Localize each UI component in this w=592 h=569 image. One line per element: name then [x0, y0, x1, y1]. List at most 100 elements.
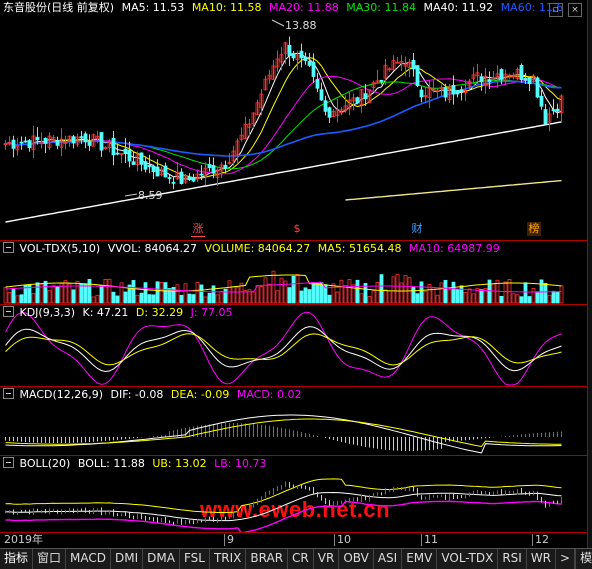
candle-body	[311, 61, 316, 77]
volume-bar	[79, 283, 84, 304]
tab-fsl[interactable]: FSL	[180, 549, 210, 569]
candle-body	[11, 139, 16, 149]
tab-obv[interactable]: OBV	[339, 549, 374, 569]
high-price-label: 13.88	[285, 19, 317, 32]
candle-body	[487, 79, 492, 82]
indicator-toggle-icon[interactable]	[3, 388, 14, 399]
event-marker-dollar[interactable]: $	[290, 222, 304, 236]
right-scrollbar[interactable]	[587, 0, 592, 568]
main-chart-panel[interactable]: 东音股份(日线 前复权) MA5: 11.53 MA10: 11.58 MA20…	[0, 0, 588, 240]
volume-bar	[395, 273, 400, 304]
tab-brar[interactable]: BRAR	[246, 549, 289, 569]
volume-bar	[11, 287, 16, 304]
candle-body	[535, 77, 540, 98]
volume-bar	[43, 280, 48, 304]
event-marker-billboard[interactable]: 榜	[527, 222, 541, 236]
volume-bar	[15, 295, 20, 304]
ma20-label: MA20: 11.88	[269, 1, 339, 14]
tab-vr[interactable]: VR	[314, 549, 340, 569]
candle-body	[167, 177, 172, 179]
volume-bar	[131, 280, 136, 304]
event-marker-limit[interactable]: 涨	[191, 222, 205, 237]
indicator-toggle-icon[interactable]	[3, 306, 14, 317]
volume-bar	[207, 292, 212, 304]
tab-template[interactable]: 模板	[575, 549, 592, 569]
axis-label-dec: 12	[532, 534, 549, 546]
volume-bar	[135, 294, 140, 304]
volume-bar	[215, 294, 220, 304]
close-icon[interactable]: ×	[568, 3, 582, 17]
volume-bar	[111, 291, 116, 304]
candle-body	[171, 181, 176, 184]
volume-bar	[499, 295, 504, 304]
axis-label-sep: 9	[224, 534, 234, 546]
ma10-label: MA10: 11.58	[191, 1, 262, 14]
volume-bar	[547, 294, 552, 304]
candle-body	[307, 61, 312, 66]
tab-trix[interactable]: TRIX	[210, 549, 247, 569]
volume-bar	[543, 282, 548, 304]
volume-bar	[515, 294, 520, 304]
volume-bar	[83, 283, 88, 304]
tab-more-arrow[interactable]: >	[556, 549, 576, 569]
kdj-name: KDJ(9,3,3)	[19, 306, 76, 319]
low-pointer	[124, 193, 138, 197]
macd-panel[interactable]: MACD(12,26,9) DIF: -0.08 DEA: -0.09 MACD…	[0, 386, 588, 456]
volume-bar	[299, 290, 304, 304]
volume-bar	[455, 289, 460, 304]
indicator-toggle-icon[interactable]	[3, 242, 14, 253]
ma20-line	[5, 75, 562, 175]
restore-icon[interactable]: ▫	[548, 3, 563, 17]
candle-body	[499, 69, 504, 80]
tab-macd[interactable]: MACD	[66, 549, 112, 569]
candle-body	[519, 64, 524, 81]
candle-body	[459, 89, 464, 92]
volume-bar	[199, 284, 204, 304]
candle-body	[319, 89, 324, 101]
volume-panel[interactable]: VOL-TDX(5,10) VVOL: 84064.27 VOLUME: 840…	[0, 240, 588, 522]
tab-cr[interactable]: CR	[288, 549, 314, 569]
volume-bar	[523, 282, 528, 304]
candle-body	[115, 152, 120, 155]
tab-window[interactable]: 窗口	[33, 549, 67, 569]
volume-bar	[63, 280, 68, 304]
candle-body	[223, 164, 228, 169]
tab-vol-tdx[interactable]: VOL-TDX	[437, 549, 499, 569]
volume-bar	[3, 287, 8, 304]
candlestick-chart[interactable]	[0, 0, 588, 240]
tab-rsi[interactable]: RSI	[498, 549, 527, 569]
tab-indicator[interactable]: 指标	[0, 549, 34, 569]
volume-bar	[183, 283, 188, 304]
volume-bar	[551, 290, 556, 304]
candle-body	[35, 136, 40, 141]
kdj-legend: KDJ(9,3,3) K: 47.21 D: 32.29 J: 77.05	[3, 306, 237, 319]
volume-bar	[71, 289, 76, 304]
event-marker-finance[interactable]: 财	[410, 222, 424, 236]
tab-dma[interactable]: DMA	[143, 549, 180, 569]
tab-emv[interactable]: EMV	[402, 549, 438, 569]
vol-ma10-value: MA10: 64987.99	[409, 242, 500, 255]
candle-body	[291, 52, 296, 59]
tab-dmi[interactable]: DMI	[111, 549, 144, 569]
volume-bar	[255, 285, 260, 304]
candle-body	[127, 149, 132, 162]
indicator-toggle-icon[interactable]	[3, 457, 14, 468]
candle-body	[131, 161, 136, 165]
volume-bar	[7, 292, 12, 304]
tab-wr[interactable]: WR	[527, 549, 557, 569]
tab-asi[interactable]: ASI	[374, 549, 403, 569]
volume-bar	[235, 287, 240, 304]
kdj-k-value: K: 47.21	[82, 306, 129, 319]
candle-body	[355, 97, 360, 104]
candle-body	[455, 90, 460, 95]
volume-bar	[383, 289, 388, 304]
volume-bar	[359, 293, 364, 304]
kdj-panel[interactable]: KDJ(9,3,3) K: 47.21 D: 32.29 J: 77.05	[0, 304, 588, 387]
volume-bar	[307, 289, 312, 304]
volume-bar	[343, 285, 348, 304]
boll-panel[interactable]: BOLL(20) BOLL: 11.88 UB: 13.02 LB: 10.73	[0, 455, 588, 533]
volume-legend: VOL-TDX(5,10) VVOL: 84064.27 VOLUME: 840…	[3, 242, 504, 255]
axis-label-oct: 10	[334, 534, 351, 546]
macd-dea-line	[5, 418, 562, 448]
candle-body	[111, 137, 116, 156]
